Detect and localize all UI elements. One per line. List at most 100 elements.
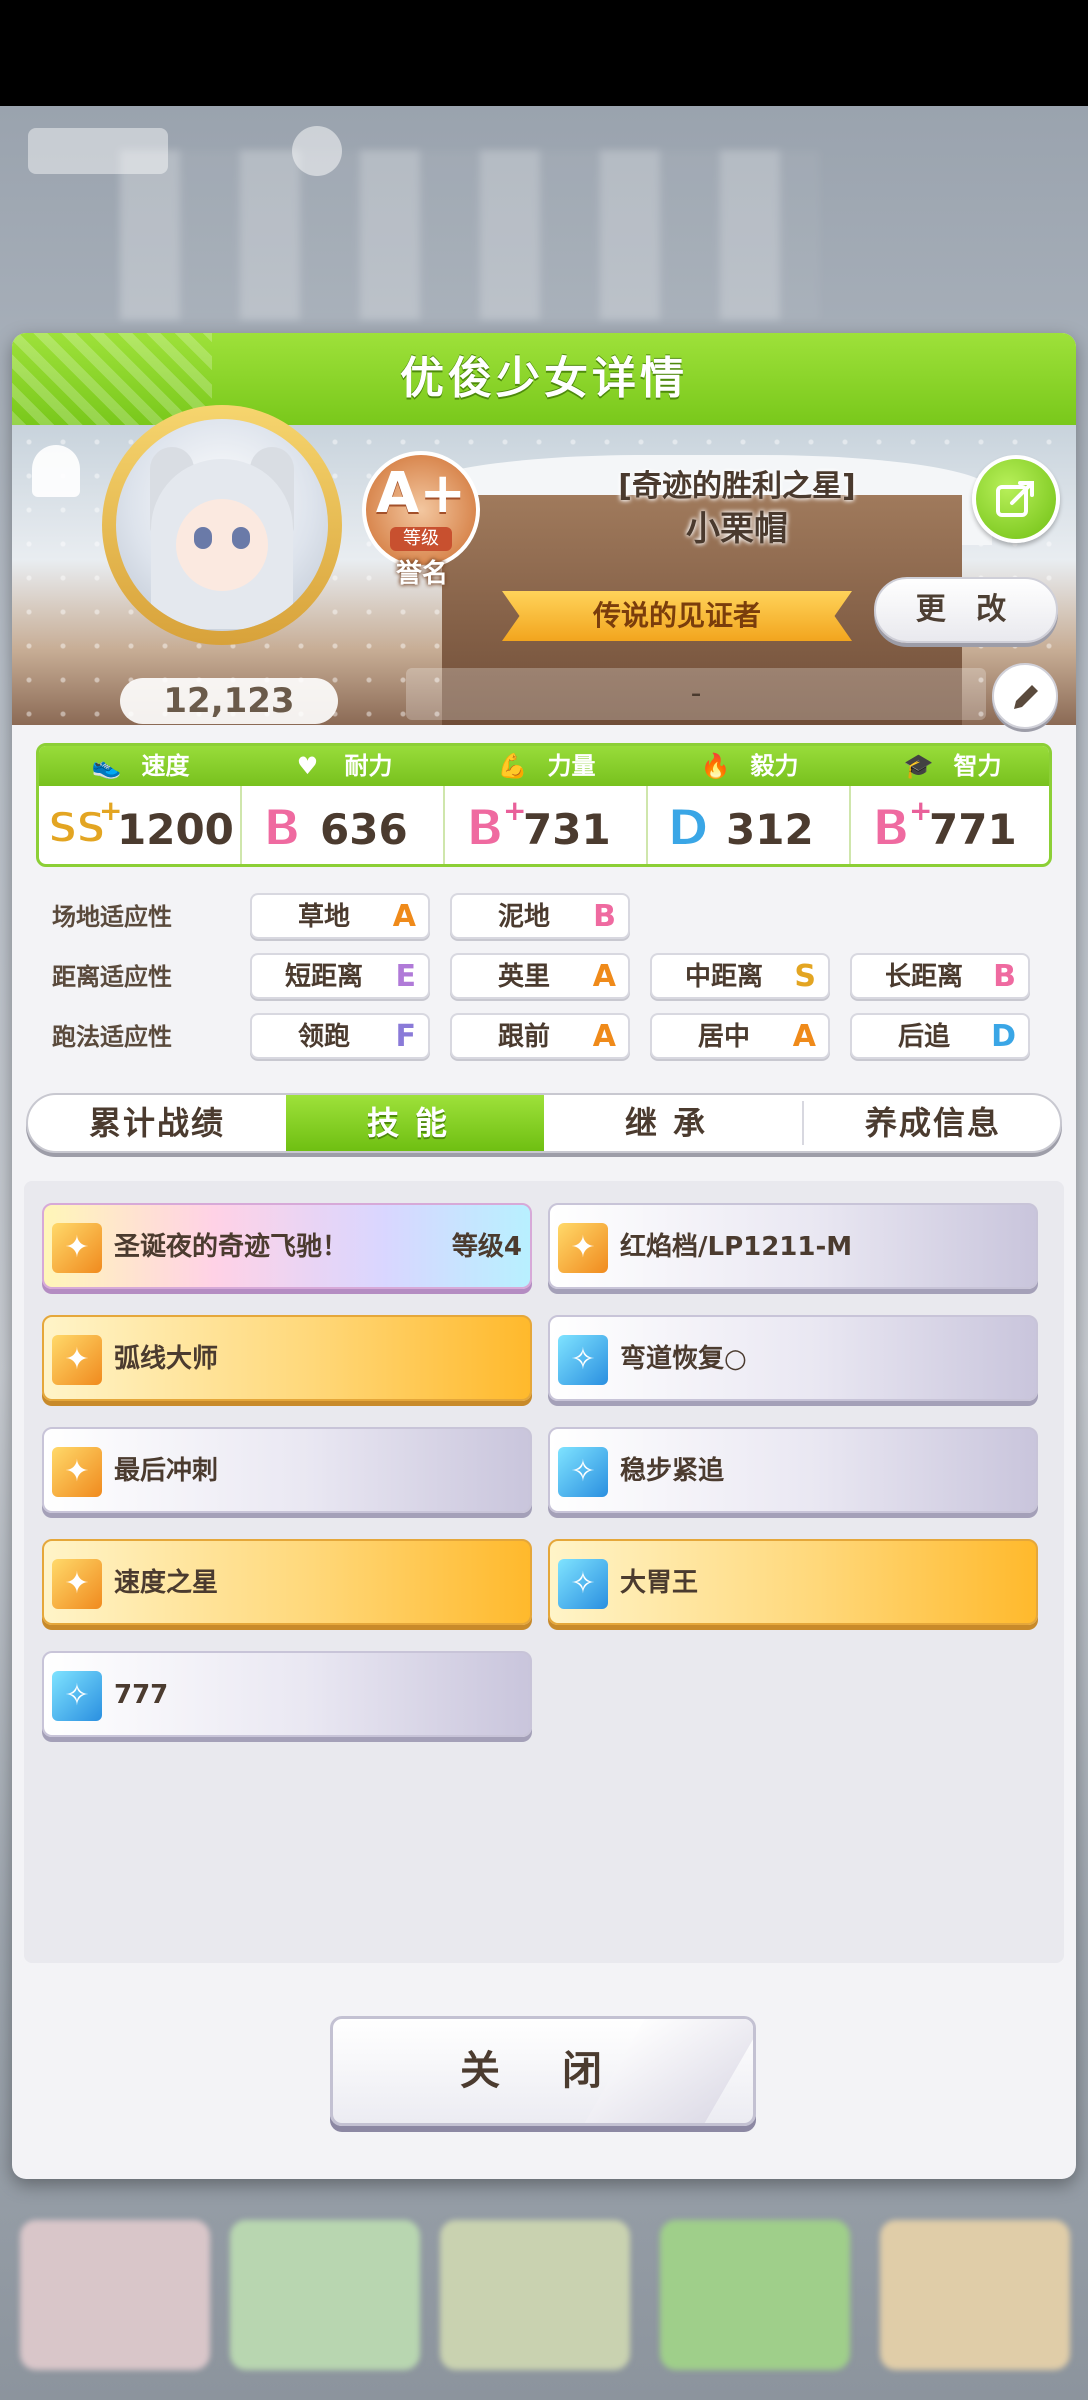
recovery-skill-icon: ✧ [558, 1559, 608, 1609]
speed-skill-icon: ✦ [558, 1223, 608, 1273]
stat-label: 智力 [953, 752, 1002, 780]
speed-skill-icon: ✦ [52, 1559, 102, 1609]
apt-name: 英里 [497, 962, 550, 992]
heart-icon: ♥ [296, 752, 319, 780]
skill-card[interactable]: ✦ 圣诞夜的奇迹飞驰！ 等级4 [42, 1203, 532, 1289]
character-portrait[interactable] [116, 419, 328, 631]
stat-grade: B [262, 799, 302, 857]
stat-header: ♥ 耐力 [242, 746, 445, 786]
stat-power: 💪 力量 B + 731 [445, 746, 648, 864]
apt-label: 跑法适应性 [52, 1023, 172, 1051]
apt-cell-late: 居中 A [650, 1013, 830, 1059]
recovery-skill-icon: ✧ [52, 1671, 102, 1721]
edit-comment-button[interactable] [992, 663, 1058, 729]
stat-value: 636 [320, 805, 408, 854]
stat-grade: D [666, 799, 710, 857]
skill-card[interactable]: ✧ 777 [42, 1651, 532, 1737]
background-button [292, 126, 342, 176]
apt-name: 草地 [297, 902, 350, 932]
skill-name: 圣诞夜的奇迹飞驰！ [114, 1232, 349, 1262]
skill-card[interactable]: ✧ 稳步紧追 [548, 1427, 1038, 1513]
speed-skill-icon: ✦ [52, 1335, 102, 1385]
skill-card[interactable]: ✦ 红焰档/LP1211-M [548, 1203, 1038, 1289]
stat-body: B + 771 [851, 786, 1049, 864]
stat-speed: 👟 速度 SS + 1200 [39, 746, 242, 864]
background-tile [880, 2220, 1070, 2370]
apt-name: 领跑 [297, 1022, 350, 1052]
title-ribbon: 传说的见证者 [502, 591, 852, 641]
skill-card[interactable]: ✦ 弧线大师 [42, 1315, 532, 1401]
apt-cell-end: 后追 D [850, 1013, 1030, 1059]
apt-cell-sprint: 短距离 E [250, 953, 430, 999]
modal-title: 优俊少女详情 [400, 353, 688, 404]
apt-grade: F [395, 1019, 417, 1054]
stat-stamina: ♥ 耐力 B 636 [242, 746, 445, 864]
stat-header: 🎓 智力 [851, 746, 1049, 786]
rank-grade: A+ [375, 461, 467, 526]
tab-inheritance[interactable]: 继承 [544, 1095, 802, 1151]
apt-name: 长距离 [884, 962, 963, 992]
skill-level: 等级4 [451, 1232, 522, 1262]
skill-name: 最后冲刺 [114, 1456, 219, 1486]
rank-title: 誉名 [395, 559, 448, 589]
stat-body: SS + 1200 [39, 786, 242, 864]
skill-name: 速度之星 [114, 1568, 219, 1598]
stat-label: 速度 [141, 752, 190, 780]
tab-skills[interactable]: 技能 [286, 1095, 544, 1151]
apt-grade: A [592, 1019, 616, 1054]
stat-body: B 636 [242, 786, 445, 864]
background-tile [20, 2220, 210, 2370]
skill-name: 777 [114, 1680, 169, 1710]
stat-guts: 🔥 毅力 D 312 [648, 746, 851, 864]
apt-cell-front: 领跑 F [250, 1013, 430, 1059]
stat-grade: SS [47, 802, 108, 853]
share-button[interactable] [972, 455, 1060, 543]
stat-value: 312 [726, 805, 814, 854]
skill-name: 红焰档/LP1211-M [620, 1232, 853, 1262]
skill-card[interactable]: ✧ 大胃王 [548, 1539, 1038, 1625]
stat-header: 👟 速度 [39, 746, 242, 786]
rank-badge: A+ 等级 [362, 451, 480, 569]
evaluation-score: 12,123 [120, 678, 338, 724]
stat-header: 🔥 毅力 [648, 746, 851, 786]
tab-race-record[interactable]: 累计战绩 [28, 1095, 286, 1151]
detail-tabs: 累计战绩 技能 继承 养成信息 [26, 1093, 1062, 1153]
close-button[interactable]: 关 闭 [330, 2016, 756, 2126]
stat-label: 毅力 [750, 752, 799, 780]
skill-card[interactable]: ✧ 弯道恢复○ [548, 1315, 1038, 1401]
apt-name: 泥地 [497, 902, 550, 932]
apt-cell-mile: 英里 A [450, 953, 630, 999]
skill-card[interactable]: ✦ 最后冲刺 [42, 1427, 532, 1513]
fire-icon: 🔥 [700, 752, 731, 780]
background-window [120, 150, 820, 320]
skill-card[interactable]: ✦ 速度之星 [42, 1539, 532, 1625]
apt-cell-long: 长距离 B [850, 953, 1030, 999]
shoe-icon: 👟 [91, 752, 122, 780]
pencil-icon [1014, 685, 1038, 709]
stat-value: 731 [523, 805, 611, 854]
apt-grade: A [792, 1019, 816, 1054]
recovery-skill-icon: ✧ [558, 1447, 608, 1497]
character-eye [232, 527, 250, 549]
apt-grade: E [395, 959, 417, 994]
apt-cell-turf: 草地 A [250, 893, 430, 939]
apt-grade: B [993, 959, 1016, 994]
graduation-cap-icon: 🎓 [903, 752, 934, 780]
stat-header: 💪 力量 [445, 746, 648, 786]
apt-cell-pace: 跟前 A [450, 1013, 630, 1059]
speed-skill-icon: ✦ [52, 1223, 102, 1273]
change-title-button[interactable]: 更 改 [874, 577, 1058, 643]
character-detail-modal: 优俊少女详情 12,123 A+ 等级 誉名 [奇迹的胜利之星] 小栗帽 传说的… [12, 333, 1076, 2179]
skill-name: 弯道恢复○ [620, 1344, 747, 1374]
muscle-icon: 💪 [497, 752, 528, 780]
background-tile [660, 2220, 850, 2370]
modal-header: 优俊少女详情 [12, 333, 1076, 425]
stat-label: 力量 [547, 752, 596, 780]
apt-grade: B [593, 899, 616, 934]
background-button [28, 128, 168, 174]
status-bar [0, 0, 1088, 106]
stat-value: 1200 [117, 805, 234, 854]
apt-name: 跟前 [497, 1022, 550, 1052]
close-button-label: 关 闭 [460, 2048, 626, 2094]
tab-training-info[interactable]: 养成信息 [804, 1095, 1060, 1151]
